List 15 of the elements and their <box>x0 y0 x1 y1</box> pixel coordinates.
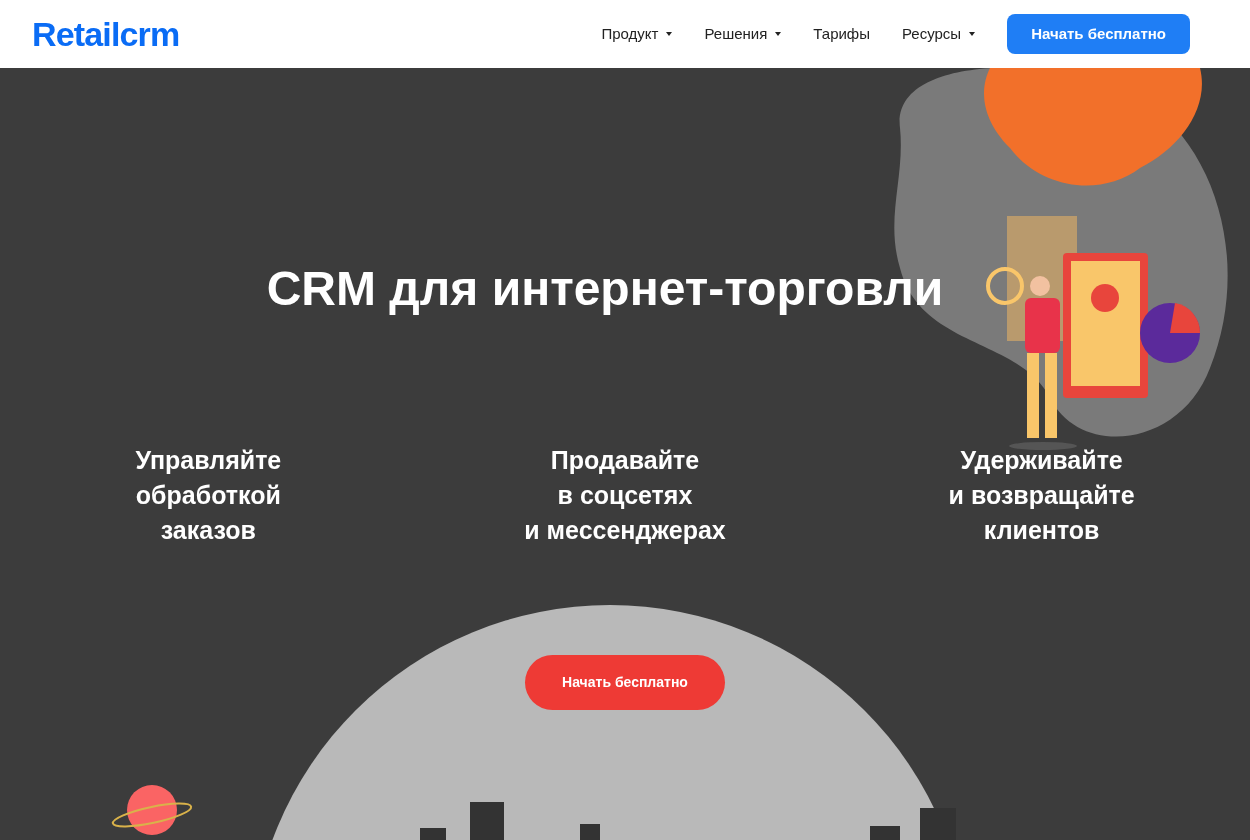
nav-link[interactable]: Ресурсы <box>902 22 976 46</box>
logo-link[interactable]: Retailcrm <box>32 17 180 51</box>
nav-link[interactable]: Тарифы <box>813 22 870 46</box>
caret-icon <box>969 32 976 36</box>
start-free-button[interactable]: Начать бесплатно <box>525 655 725 710</box>
caret-icon <box>666 32 673 36</box>
start-free-button[interactable]: Начать бесплатно <box>1007 14 1190 54</box>
feature-heading: Удерживайте и возвращайте клиентов <box>947 445 1136 546</box>
hero-title: CRM для интернет-торговли <box>266 265 944 313</box>
feature-heading: Продавайте в соцсетях и мессенджерах <box>523 445 727 546</box>
nav-link[interactable]: Решения <box>704 22 782 46</box>
planet-icon <box>110 783 194 838</box>
feature-heading: Управляйте обработкой заказов <box>134 445 283 546</box>
caret-icon <box>775 32 782 36</box>
nav-link[interactable]: Продукт <box>601 22 673 46</box>
